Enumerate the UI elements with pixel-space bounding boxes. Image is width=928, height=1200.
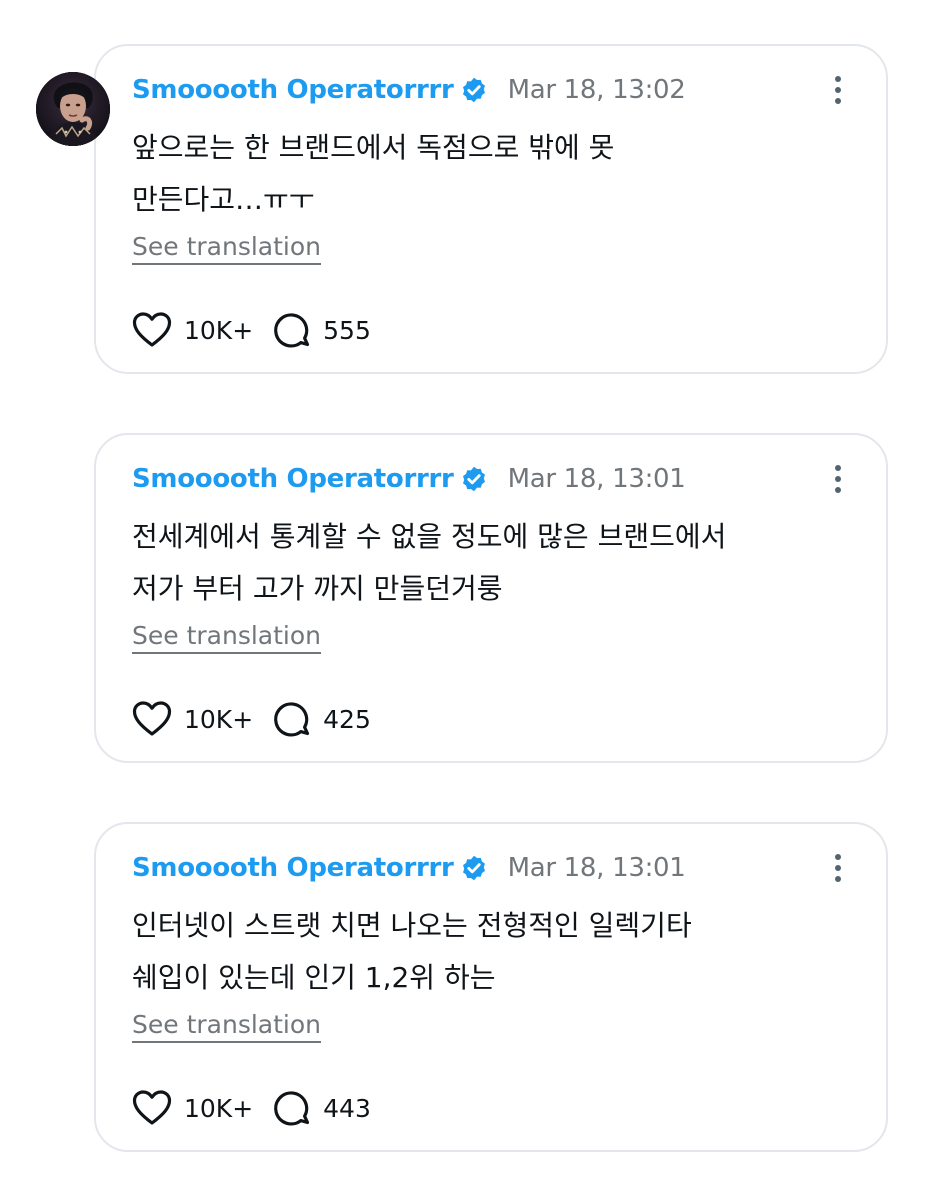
reply-text: 인터넷이 스트랫 치면 나오는 전형적인 일렉기타 쉐입이 있는데 인기 1,2… xyxy=(132,909,692,994)
reply-card[interactable]: Smooooth Operatorrrr Mar 18, 13:01 전세계에서… xyxy=(94,433,888,763)
like-count: 10K+ xyxy=(184,1093,254,1123)
reply-card[interactable]: Smooooth Operatorrrr Mar 18, 13:02 앞으로는 … xyxy=(94,44,888,374)
reply-text: 앞으로는 한 브랜드에서 독점으로 밖에 못 만든다고…ㅠㅜ xyxy=(132,131,615,216)
reply-actions: 10K+ 425 xyxy=(132,699,391,739)
like-count: 10K+ xyxy=(184,704,254,734)
reply-actions: 10K+ 555 xyxy=(132,310,391,350)
heart-icon xyxy=(132,701,172,736)
more-options-icon[interactable] xyxy=(826,463,850,495)
comment-count: 555 xyxy=(323,315,371,345)
author-name[interactable]: Smooooth Operatorrrr xyxy=(132,853,454,883)
comment-bubble-icon xyxy=(274,1091,310,1126)
verified-badge-icon xyxy=(462,466,485,492)
timestamp[interactable]: Mar 18, 13:01 xyxy=(508,464,686,494)
comment-button[interactable]: 555 xyxy=(273,311,371,349)
author-name[interactable]: Smooooth Operatorrrr xyxy=(132,464,454,494)
comment-bubble-icon xyxy=(274,313,310,348)
see-translation-link[interactable]: See translation xyxy=(132,232,321,261)
like-button[interactable]: 10K+ xyxy=(132,1090,253,1126)
reply-text: 전세계에서 통계할 수 없을 정도에 많은 브랜드에서 저가 부터 고가 까지 … xyxy=(132,520,727,605)
reply-actions: 10K+ 443 xyxy=(132,1088,391,1128)
heart-icon xyxy=(132,312,172,347)
comment-button[interactable]: 425 xyxy=(273,700,371,738)
verified-badge-icon xyxy=(462,855,485,881)
more-options-icon[interactable] xyxy=(826,852,850,884)
reply-header: Smooooth Operatorrrr Mar 18, 13:01 xyxy=(132,848,850,888)
reply-card[interactable]: Smooooth Operatorrrr Mar 18, 13:01 인터넷이 … xyxy=(94,822,888,1152)
comment-count: 425 xyxy=(323,704,371,734)
verified-badge-icon xyxy=(462,77,485,103)
more-options-icon[interactable] xyxy=(826,74,850,106)
comment-bubble-icon xyxy=(274,702,310,737)
like-count: 10K+ xyxy=(184,315,254,345)
timestamp[interactable]: Mar 18, 13:01 xyxy=(508,853,686,883)
author-name[interactable]: Smooooth Operatorrrr xyxy=(132,75,454,105)
see-translation-link[interactable]: See translation xyxy=(132,621,321,650)
comment-count: 443 xyxy=(323,1093,371,1123)
like-button[interactable]: 10K+ xyxy=(132,701,253,737)
comment-button[interactable]: 443 xyxy=(273,1089,371,1127)
reply-header: Smooooth Operatorrrr Mar 18, 13:02 xyxy=(132,70,850,110)
heart-icon xyxy=(132,1090,172,1125)
see-translation-link[interactable]: See translation xyxy=(132,1010,321,1039)
avatar[interactable] xyxy=(36,72,110,146)
like-button[interactable]: 10K+ xyxy=(132,312,253,348)
timestamp[interactable]: Mar 18, 13:02 xyxy=(508,75,686,105)
reply-header: Smooooth Operatorrrr Mar 18, 13:01 xyxy=(132,459,850,499)
